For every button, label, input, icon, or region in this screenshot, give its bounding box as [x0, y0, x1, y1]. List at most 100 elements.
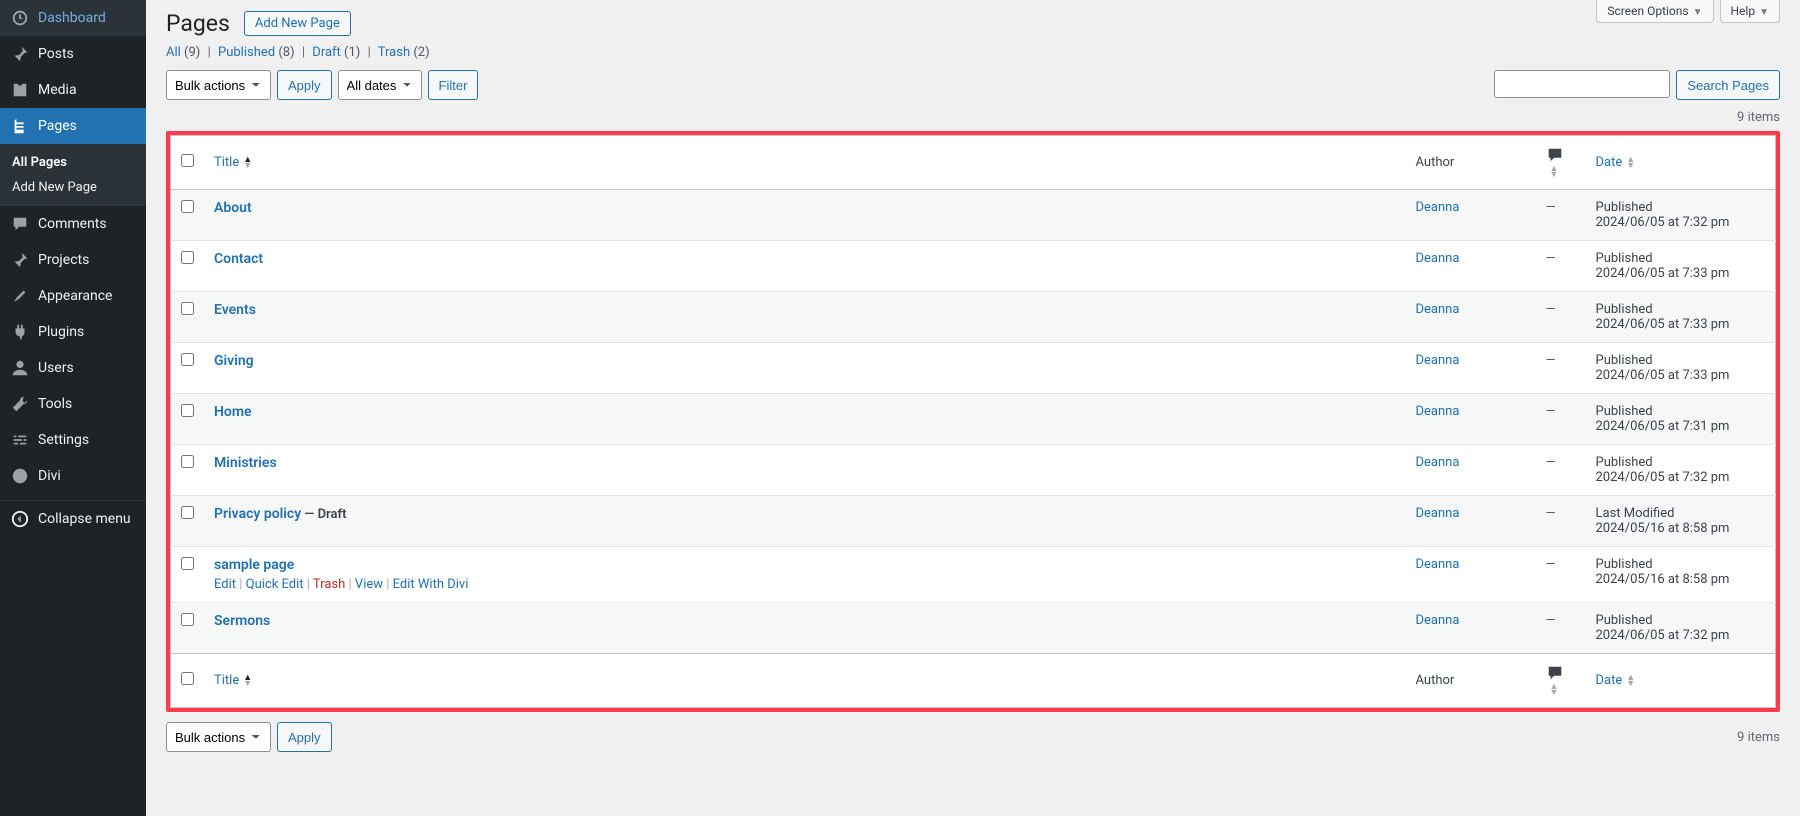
page-title-link[interactable]: Contact: [214, 251, 263, 267]
filter-published[interactable]: Published: [218, 45, 275, 60]
row-checkbox[interactable]: [181, 557, 194, 570]
select-all-checkbox[interactable]: [181, 154, 194, 167]
date-cell: Published2024/06/05 at 7:32 pm: [1586, 190, 1776, 241]
add-new-page-button[interactable]: Add New Page: [244, 11, 351, 36]
page-title-link[interactable]: Home: [214, 404, 252, 420]
search-input[interactable]: [1494, 70, 1670, 98]
sidebar-item-plugins[interactable]: Plugins: [0, 314, 146, 350]
author-link[interactable]: Deanna: [1416, 613, 1460, 628]
author-link[interactable]: Deanna: [1416, 404, 1460, 419]
comment-icon: [1546, 147, 1564, 162]
row-view[interactable]: View: [355, 577, 383, 592]
row-checkbox[interactable]: [181, 353, 194, 366]
sidebar-item-pages[interactable]: Pages: [0, 108, 146, 144]
submenu-all-pages[interactable]: All Pages: [0, 150, 146, 175]
row-checkbox[interactable]: [181, 613, 194, 626]
row-trash[interactable]: Trash: [313, 577, 345, 592]
row-checkbox[interactable]: [181, 200, 194, 213]
page-title-link[interactable]: Ministries: [214, 455, 277, 471]
page-title-link[interactable]: Sermons: [214, 613, 270, 629]
dashboard-icon: [10, 8, 30, 28]
row-checkbox[interactable]: [181, 251, 194, 264]
sidebar-item-comments[interactable]: Comments: [0, 206, 146, 242]
author-link[interactable]: Deanna: [1416, 353, 1460, 368]
bulk-actions-select[interactable]: Bulk actions: [166, 70, 271, 100]
sidebar-item-label: Divi: [38, 468, 61, 484]
row-quick-edit[interactable]: Quick Edit: [246, 577, 304, 592]
sidebar-item-appearance[interactable]: Appearance: [0, 278, 146, 314]
row-edit[interactable]: Edit: [214, 577, 236, 592]
sidebar-item-dashboard[interactable]: Dashboard: [0, 0, 146, 36]
author-link[interactable]: Deanna: [1416, 302, 1460, 317]
filter-button[interactable]: Filter: [428, 70, 479, 100]
filter-draft[interactable]: Draft: [312, 45, 341, 60]
user-icon: [10, 358, 30, 378]
column-author[interactable]: Author: [1406, 136, 1536, 190]
column-date-foot[interactable]: Date▲▼: [1586, 654, 1776, 708]
page-title-link[interactable]: Privacy policy: [214, 506, 301, 522]
column-title[interactable]: Title▲▼: [204, 136, 1406, 190]
sidebar-item-label: Dashboard: [38, 10, 106, 26]
table-row: About Deanna — Published2024/06/05 at 7:…: [171, 190, 1776, 241]
sidebar-item-divi[interactable]: Divi: [0, 458, 146, 494]
sidebar-item-settings[interactable]: Settings: [0, 422, 146, 458]
page-title-link[interactable]: sample page: [214, 557, 294, 573]
page-title-link[interactable]: Giving: [214, 353, 254, 369]
sidebar-item-users[interactable]: Users: [0, 350, 146, 386]
column-comments[interactable]: ▲▼: [1536, 136, 1586, 190]
pages-table: Title▲▼ Author ▲▼ Date▲▼ About Deanna — …: [170, 135, 1776, 708]
author-link[interactable]: Deanna: [1416, 200, 1460, 215]
row-edit-divi[interactable]: Edit With Divi: [393, 577, 469, 592]
author-link[interactable]: Deanna: [1416, 506, 1460, 521]
help-tab[interactable]: Help▼: [1720, 0, 1781, 23]
author-link[interactable]: Deanna: [1416, 251, 1460, 266]
comments-cell: —: [1536, 190, 1586, 241]
sidebar-item-tools[interactable]: Tools: [0, 386, 146, 422]
comments-cell: —: [1536, 445, 1586, 496]
apply-button-bottom[interactable]: Apply: [277, 722, 332, 752]
sidebar-item-label: Comments: [38, 216, 107, 232]
bulk-actions-select-bottom[interactable]: Bulk actions: [166, 722, 271, 752]
screen-options-tab[interactable]: Screen Options▼: [1596, 0, 1713, 23]
select-all-checkbox-bottom[interactable]: [181, 672, 194, 685]
table-row: Home Deanna — Published2024/06/05 at 7:3…: [171, 394, 1776, 445]
sidebar-item-posts[interactable]: Posts: [0, 36, 146, 72]
dates-select[interactable]: All dates: [338, 70, 422, 100]
comments-cell: —: [1536, 496, 1586, 547]
page-title: Pages: [166, 10, 230, 37]
sidebar-item-media[interactable]: Media: [0, 72, 146, 108]
filter-trash[interactable]: Trash: [378, 45, 410, 60]
media-icon: [10, 80, 30, 100]
item-count-top: 9 items: [1737, 110, 1780, 125]
date-cell: Published2024/06/05 at 7:33 pm: [1586, 241, 1776, 292]
submenu-add-new[interactable]: Add New Page: [0, 175, 146, 200]
sidebar-item-label: Posts: [38, 46, 74, 62]
author-link[interactable]: Deanna: [1416, 455, 1460, 470]
sidebar-item-projects[interactable]: Projects: [0, 242, 146, 278]
main-content: Screen Options▼ Help▼ Pages Add New Page…: [146, 0, 1800, 816]
column-comments-foot[interactable]: ▲▼: [1536, 654, 1586, 708]
row-checkbox[interactable]: [181, 506, 194, 519]
item-count-bottom: 9 items: [1737, 730, 1780, 745]
brush-icon: [10, 286, 30, 306]
row-checkbox[interactable]: [181, 302, 194, 315]
table-row: sample page Edit | Quick Edit | Trash | …: [171, 547, 1776, 603]
row-checkbox[interactable]: [181, 404, 194, 417]
table-row: Sermons Deanna — Published2024/06/05 at …: [171, 603, 1776, 654]
admin-sidebar: Dashboard Posts Media Pages All Pages Ad…: [0, 0, 146, 816]
comment-icon: [1546, 665, 1564, 680]
filter-all[interactable]: All: [166, 45, 181, 60]
author-link[interactable]: Deanna: [1416, 557, 1460, 572]
column-date[interactable]: Date▲▼: [1586, 136, 1776, 190]
collapse-menu[interactable]: Collapse menu: [0, 500, 146, 537]
row-checkbox[interactable]: [181, 455, 194, 468]
page-title-link[interactable]: Events: [214, 302, 256, 318]
column-author-foot[interactable]: Author: [1406, 654, 1536, 708]
apply-button[interactable]: Apply: [277, 70, 332, 100]
column-title-foot[interactable]: Title▲▼: [204, 654, 1406, 708]
wrench-icon: [10, 394, 30, 414]
comments-cell: —: [1536, 394, 1586, 445]
page-title-link[interactable]: About: [214, 200, 252, 216]
search-button[interactable]: Search Pages: [1676, 70, 1780, 100]
sidebar-submenu: All Pages Add New Page: [0, 144, 146, 206]
